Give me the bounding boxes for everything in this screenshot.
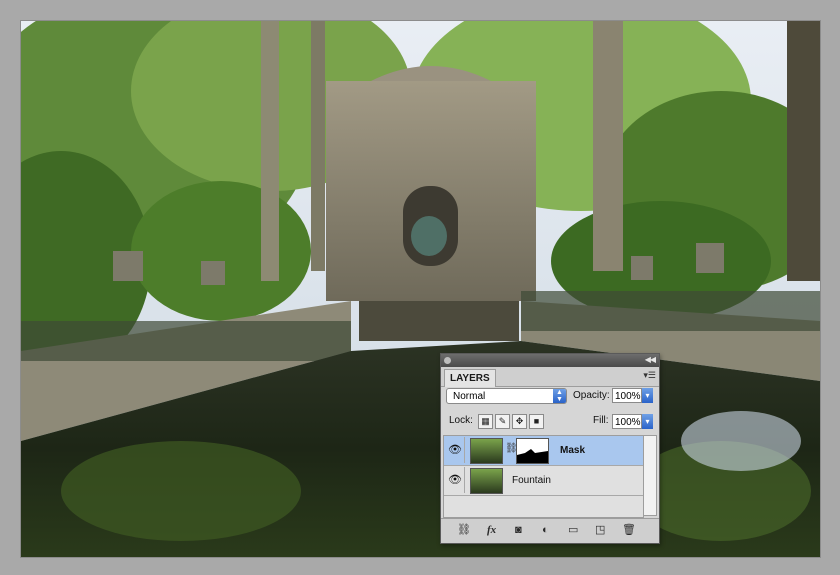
- adjustment-layer-icon[interactable]: ◐: [542, 524, 549, 537]
- lock-transparent-icon[interactable]: ▦: [478, 414, 493, 429]
- eye-icon[interactable]: 👁: [446, 467, 465, 493]
- blend-mode-select[interactable]: Normal ▲ ▼: [446, 388, 567, 404]
- layer-mask-thumbnail[interactable]: [516, 438, 549, 464]
- trash-icon[interactable]: 🗑: [622, 524, 636, 537]
- panel-menu-icon[interactable]: ▾☰: [643, 370, 656, 381]
- eye-icon[interactable]: 👁: [446, 437, 465, 463]
- mask-shape-icon: [517, 449, 548, 463]
- new-group-icon[interactable]: ▭: [568, 524, 578, 537]
- layer-thumbnail: [470, 468, 503, 494]
- lock-row: Lock: ▦ ✎ ✥ ■ Fill: 100% ▾: [441, 414, 659, 431]
- layer-row-fountain[interactable]: 👁 Fountain: [444, 466, 643, 496]
- layer-row-mask[interactable]: 👁 ⛓ Mask: [444, 436, 643, 466]
- blend-row: Normal ▲ ▼ Opacity: 100% ▾: [441, 388, 659, 405]
- add-mask-icon[interactable]: ◙: [515, 524, 522, 537]
- layers-panel: ◀◀ LAYERS ▾☰ Normal ▲ ▼ Opacity: 100% ▾ L…: [440, 353, 660, 544]
- fill-label: Fill:: [593, 415, 609, 426]
- tab-layers[interactable]: LAYERS: [444, 369, 496, 387]
- link-layers-icon[interactable]: ⛓: [457, 524, 471, 537]
- document-canvas[interactable]: [21, 21, 820, 557]
- layers-scrollbar[interactable]: [643, 435, 657, 516]
- layer-name-mask[interactable]: Mask: [560, 436, 585, 465]
- fill-field[interactable]: 100%: [612, 414, 642, 429]
- select-arrows-icon: ▲ ▼: [553, 389, 566, 403]
- panel-tab-row: LAYERS ▾☰: [441, 367, 659, 387]
- blend-mode-value: Normal: [453, 391, 486, 402]
- panel-footer: ⛓ fx ◙ ◐ ▭ ◳ 🗑: [441, 518, 659, 543]
- new-layer-icon[interactable]: ◳: [595, 524, 605, 537]
- layer-name-fountain[interactable]: Fountain: [512, 466, 551, 495]
- lock-label: Lock:: [449, 415, 473, 426]
- collapse-panel-icon[interactable]: ◀◀: [645, 355, 656, 364]
- lock-position-icon[interactable]: ✥: [512, 414, 527, 429]
- fill-dropdown-icon[interactable]: ▾: [642, 414, 653, 429]
- lock-image-icon[interactable]: ✎: [495, 414, 510, 429]
- opacity-field[interactable]: 100%: [612, 388, 642, 403]
- opacity-dropdown-icon[interactable]: ▾: [642, 388, 653, 403]
- fountain-photo: [21, 21, 820, 557]
- fx-icon[interactable]: fx: [487, 524, 496, 537]
- opacity-label: Opacity:: [573, 390, 610, 401]
- panel-titlebar[interactable]: ◀◀: [441, 354, 659, 367]
- layer-thumbnail: [470, 438, 503, 464]
- layers-list: 👁 ⛓ Mask 👁 Fountain: [443, 435, 644, 518]
- lock-all-icon[interactable]: ■: [529, 414, 544, 429]
- close-panel-icon[interactable]: [444, 357, 451, 364]
